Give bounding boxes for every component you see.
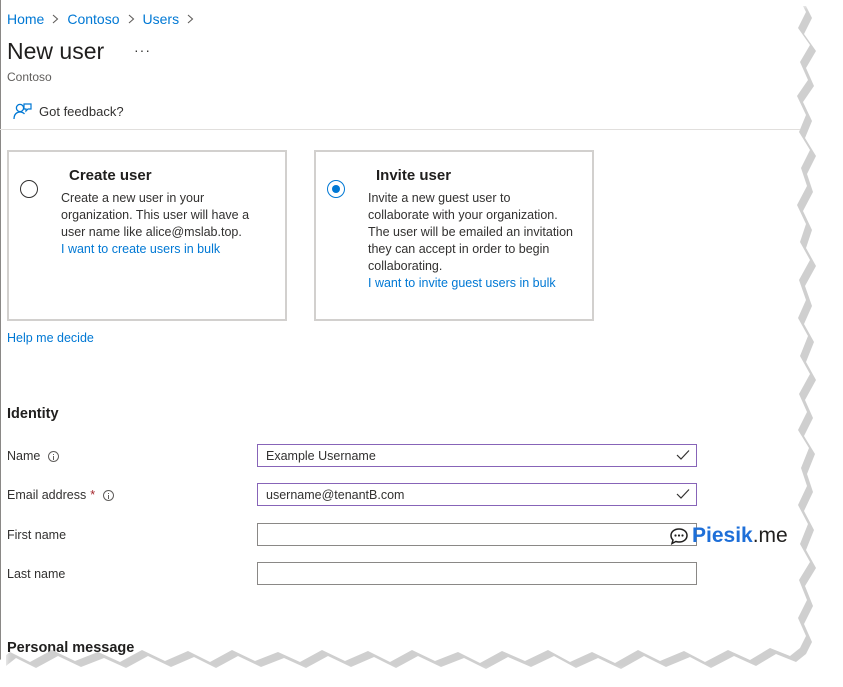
feedback-icon: [13, 103, 32, 120]
email-value: username@tenantB.com: [266, 487, 405, 502]
email-input[interactable]: username@tenantB.com: [257, 483, 697, 506]
watermark-brand: Piesik: [692, 524, 753, 547]
create-user-text: Create a new user in your organization. …: [61, 191, 250, 239]
name-label: Name: [7, 449, 60, 463]
watermark-suffix: .me: [752, 524, 788, 547]
create-user-title: Create user: [69, 167, 152, 184]
breadcrumb-contoso[interactable]: Contoso: [67, 11, 119, 27]
breadcrumb-home[interactable]: Home: [7, 11, 44, 27]
chat-bubble-icon: [670, 528, 688, 545]
bulk-create-link[interactable]: I want to create users in bulk: [61, 241, 266, 258]
create-user-option[interactable]: Create user Create a new user in your or…: [7, 150, 287, 321]
personal-message-heading: Personal message: [7, 640, 135, 656]
page-subtitle: Contoso: [7, 70, 52, 84]
invite-user-text: Invite a new guest user to collaborate w…: [368, 191, 573, 273]
create-user-radio[interactable]: [20, 180, 38, 198]
chevron-right-icon: [128, 14, 135, 24]
last-name-input[interactable]: [257, 562, 697, 585]
feedback-label: Got feedback?: [39, 103, 124, 119]
page-left-border: [0, 0, 1, 660]
breadcrumb-users[interactable]: Users: [143, 11, 180, 27]
identity-heading: Identity: [7, 406, 59, 422]
required-marker: *: [90, 488, 96, 502]
name-label-text: Name: [7, 449, 41, 463]
breadcrumb: Home Contoso Users: [7, 11, 202, 27]
first-name-label: First name: [7, 528, 66, 542]
invite-user-title: Invite user: [376, 167, 452, 184]
page-title: New user: [7, 38, 105, 64]
last-name-label: Last name: [7, 567, 65, 581]
invite-user-description: Invite a new guest user to collaborate w…: [368, 190, 573, 292]
info-icon[interactable]: [103, 489, 115, 501]
email-label: Email address *: [7, 488, 115, 502]
checkmark-icon: [676, 450, 690, 460]
bulk-invite-link[interactable]: I want to invite guest users in bulk: [368, 275, 573, 292]
more-options-button[interactable]: ···: [134, 42, 151, 58]
page: Home Contoso Users New user ··· Contoso …: [0, 0, 810, 663]
feedback-button[interactable]: Got feedback?: [13, 102, 124, 120]
last-name-label-text: Last name: [7, 567, 66, 581]
create-user-description: Create a new user in your organization. …: [61, 190, 266, 258]
invite-user-radio[interactable]: [327, 180, 345, 198]
name-value: Example Username: [266, 448, 376, 463]
invite-user-option[interactable]: Invite user Invite a new guest user to c…: [314, 150, 594, 321]
help-me-decide-link[interactable]: Help me decide: [7, 331, 94, 345]
info-icon[interactable]: [48, 450, 60, 462]
email-label-text: Email address: [7, 488, 87, 502]
name-input[interactable]: Example Username: [257, 444, 697, 467]
chevron-right-icon: [52, 14, 59, 24]
chevron-right-icon: [187, 14, 194, 24]
divider: [0, 129, 805, 130]
first-name-label-text: First name: [7, 528, 67, 542]
checkmark-icon: [676, 489, 690, 499]
first-name-input[interactable]: [257, 523, 697, 546]
watermark: Piesik .me: [669, 524, 788, 548]
